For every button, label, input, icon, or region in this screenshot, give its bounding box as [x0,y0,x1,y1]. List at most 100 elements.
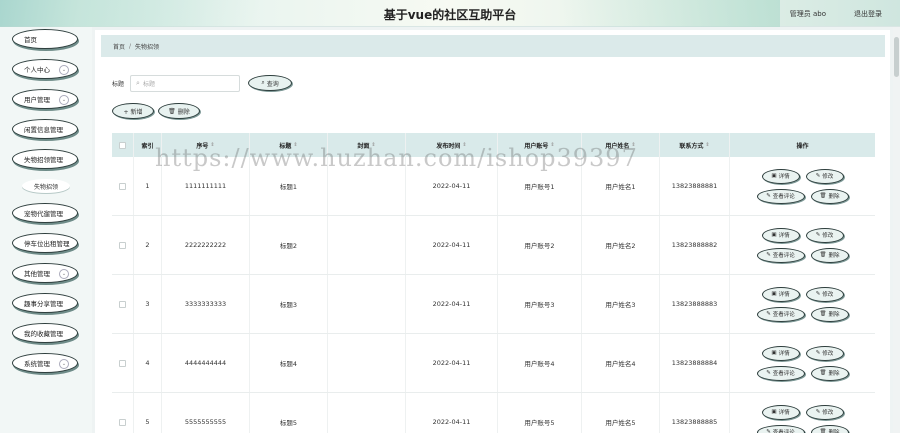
batch-delete-button[interactable]: 🗑 删除 [158,103,200,119]
sidebar-item-label: 首页 [24,36,37,44]
row-checkbox[interactable] [119,300,126,308]
pencil-icon: ✎ [766,429,771,433]
sidebar-item-favorites[interactable]: 我的收藏管理 [12,323,78,343]
sidebar-item-pet-walking[interactable]: 宠物代遛管理 [12,203,78,223]
header-checkbox-cell [112,133,134,157]
view-comments-label: 查看评论 [772,371,795,377]
scrollbar-thumb[interactable] [894,37,899,77]
batch-delete-label: 删除 [177,108,190,116]
cell-index: 4 [134,334,162,392]
query-button-label: 查询 [266,80,279,88]
vertical-scrollbar[interactable] [893,27,900,433]
delete-button[interactable]: 🗑 删除 [810,365,849,381]
table-row: 3 3333333333 标题3 2022-04-11 用户账号3 用户姓名3 … [112,275,875,334]
op-line-1: ▣ 详情 ✎ 修改 [761,404,844,420]
col-phone[interactable]: 联系方式 ⇕ [660,133,730,157]
op-line-2: ✎ 查看评论 🗑 删除 [756,365,849,381]
sidebar-item-idle-items[interactable]: 闲置信息管理 [12,119,78,139]
sidebar-item-other[interactable]: 其他管理 ⌄ [12,263,78,283]
detail-icon: ▣ [771,173,777,179]
cell-index: 2 [134,216,162,274]
view-comments-button[interactable]: ✎ 查看评论 [756,188,805,204]
cell-name: 用户姓名5 [582,393,660,433]
cell-phone: 13823888885 [660,393,730,433]
edit-button[interactable]: ✎ 修改 [805,286,844,302]
view-comments-button[interactable]: ✎ 查看评论 [756,424,805,433]
row-checkbox[interactable] [119,241,126,249]
delete-label: 删除 [828,371,840,377]
sidebar-item-label: 系统管理 [24,360,50,368]
row-checkbox[interactable] [119,182,126,190]
col-op: 操作 [796,142,809,150]
cell-operations: ▣ 详情 ✎ 修改 ✎ 查看评论 🗑 删除 [730,275,875,333]
sidebar-item-profile[interactable]: 个人中心 ⌄ [12,59,78,79]
row-checkbox[interactable] [119,359,126,367]
sidebar-item-label: 闲置信息管理 [24,126,63,134]
table-row: 5 5555555555 标题5 2022-04-11 用户账号5 用户姓名5 … [112,393,875,433]
edit-label: 修改 [822,174,834,180]
app-title: 基于vue的社区互助平台 [383,8,517,22]
edit-label: 修改 [822,351,834,357]
trash-icon: 🗑 [168,107,176,115]
sidebar-item-parking[interactable]: 停车位出租管理 [12,233,78,253]
pencil-icon: ✎ [766,311,771,317]
sidebar-item-system[interactable]: 系统管理 ⌄ [12,353,78,373]
detail-icon: ▣ [771,409,777,415]
pencil-icon: ✎ [766,370,771,376]
pencil-icon: ✎ [815,409,821,415]
cell-title: 标题2 [250,216,328,274]
delete-label: 删除 [828,194,840,200]
search-input[interactable]: ⌕ 标题 [130,74,241,92]
cell-operations: ▣ 详情 ✎ 修改 ✎ 查看评论 🗑 删除 [730,157,875,215]
cell-name: 用户姓名3 [582,275,660,333]
view-comments-button[interactable]: ✎ 查看评论 [756,365,805,381]
detail-button[interactable]: ▣ 详情 [761,345,800,361]
sidebar-item-fun-share[interactable]: 趣事分享管理 [12,293,78,313]
breadcrumb: 首页 / 失物招领 [101,35,885,57]
delete-button[interactable]: 🗑 删除 [810,424,849,433]
sidebar-subitem-lost-found[interactable]: 失物招领 [22,179,70,193]
delete-button[interactable]: 🗑 删除 [810,247,849,263]
sort-icon: ⇕ [705,142,710,148]
row-checkbox-cell [112,393,134,433]
op-line-2: ✎ 查看评论 🗑 删除 [756,424,849,433]
sidebar-item-label: 其他管理 [24,270,50,278]
row-checkbox-cell [112,334,134,392]
cell-cover [328,216,406,274]
detail-label: 详情 [778,351,790,357]
chevron-down-icon: ⌄ [59,359,69,369]
table-row: 2 2222222222 标题2 2022-04-11 用户账号2 用户姓名2 … [112,216,875,275]
cell-cover [328,334,406,392]
cell-cover [328,275,406,333]
edit-button[interactable]: ✎ 修改 [805,227,844,243]
cell-no: 4444444444 [162,334,250,392]
sidebar-item-users[interactable]: 用户管理 ⌄ [12,89,78,109]
delete-button[interactable]: 🗑 删除 [810,188,849,204]
view-comments-label: 查看评论 [772,430,795,433]
op-line-2: ✎ 查看评论 🗑 删除 [756,306,849,322]
logout-link[interactable]: 退出登录 [854,9,882,19]
select-all-checkbox[interactable] [119,141,126,149]
cell-phone: 13823888882 [660,216,730,274]
add-button[interactable]: + 新增 [112,103,154,119]
view-comments-button[interactable]: ✎ 查看评论 [756,306,805,322]
row-checkbox[interactable] [119,418,126,426]
edit-button[interactable]: ✎ 修改 [805,404,844,420]
detail-button[interactable]: ▣ 详情 [761,227,800,243]
op-line-1: ▣ 详情 ✎ 修改 [761,168,844,184]
query-button[interactable]: ⌕ 查询 [248,75,293,91]
cell-title: 标题5 [250,393,328,433]
detail-button[interactable]: ▣ 详情 [761,404,800,420]
detail-button[interactable]: ▣ 详情 [761,168,800,184]
breadcrumb-home[interactable]: 首页 [113,42,125,51]
sidebar-item-lost-found[interactable]: 失物招领管理 [12,149,78,169]
cell-name: 用户姓名4 [582,334,660,392]
delete-button[interactable]: 🗑 删除 [810,306,849,322]
edit-button[interactable]: ✎ 修改 [805,345,844,361]
edit-button[interactable]: ✎ 修改 [805,168,844,184]
sidebar-item-home[interactable]: 首页 [12,29,78,49]
detail-button[interactable]: ▣ 详情 [761,286,800,302]
view-comments-button[interactable]: ✎ 查看评论 [756,247,805,263]
sidebar-item-label: 个人中心 [24,66,50,74]
trash-icon: 🗑 [819,429,827,433]
